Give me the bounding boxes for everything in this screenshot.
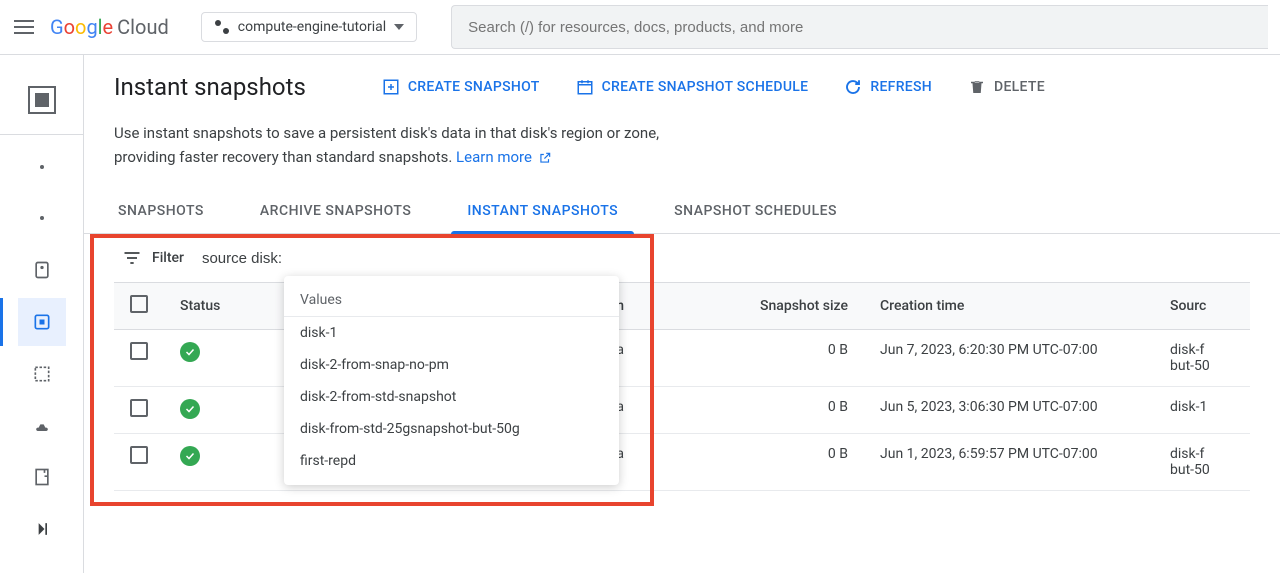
col-source[interactable]: Sourc: [1154, 283, 1250, 330]
external-link-icon: [538, 151, 552, 165]
caret-down-icon: [394, 24, 404, 30]
refresh-button[interactable]: REFRESH: [844, 78, 932, 96]
tab-snapshot-schedules[interactable]: SNAPSHOT SCHEDULES: [670, 189, 841, 233]
rail-item-5[interactable]: [18, 350, 66, 398]
filter-row: Filter: [114, 234, 1250, 282]
project-picker[interactable]: compute-engine-tutorial: [201, 12, 417, 42]
create-snapshot-button[interactable]: CREATE SNAPSHOT: [382, 78, 540, 96]
delete-button[interactable]: DELETE: [968, 78, 1045, 96]
rail-item-7[interactable]: [18, 453, 66, 501]
cell-created: Jun 1, 2023, 6:59:57 PM UTC-07:00: [864, 434, 1154, 491]
search-input[interactable]: [468, 19, 1252, 36]
page-title: Instant snapshots: [114, 73, 306, 101]
cell-size: 0 B: [644, 387, 864, 434]
tabs: SNAPSHOTS ARCHIVE SNAPSHOTS INSTANT SNAP…: [84, 189, 1280, 234]
row-checkbox[interactable]: [130, 342, 148, 360]
dropdown-header: Values: [284, 284, 619, 317]
cell-size: 0 B: [644, 434, 864, 491]
dropdown-item[interactable]: first-repd: [284, 445, 619, 477]
dropdown-item[interactable]: disk-1: [284, 317, 619, 349]
status-ok-icon: [180, 399, 200, 419]
col-created[interactable]: Creation time: [864, 283, 1154, 330]
row-checkbox[interactable]: [130, 399, 148, 417]
refresh-icon: [844, 78, 862, 96]
main-content: Instant snapshots CREATE SNAPSHOT CREATE…: [84, 55, 1280, 573]
tab-archive-snapshots[interactable]: ARCHIVE SNAPSHOTS: [256, 189, 415, 233]
cell-created: Jun 5, 2023, 3:06:30 PM UTC-07:00: [864, 387, 1154, 434]
compute-engine-icon: [28, 86, 56, 114]
select-all-checkbox[interactable]: [130, 295, 148, 313]
filter-label: Filter: [152, 250, 184, 266]
expand-rail-icon[interactable]: [18, 505, 66, 553]
col-size[interactable]: Snapshot size: [644, 283, 864, 330]
status-ok-icon: [180, 446, 200, 466]
project-icon: [214, 19, 230, 35]
google-cloud-logo[interactable]: GoogleCloud: [50, 15, 169, 39]
learn-more-link[interactable]: Learn more: [456, 148, 552, 166]
calendar-icon: [576, 78, 594, 96]
rail-product-icon[interactable]: [0, 67, 83, 135]
add-box-icon: [382, 78, 400, 96]
cell-source: disk-fbut-50: [1154, 434, 1250, 491]
action-bar: Instant snapshots CREATE SNAPSHOT CREATE…: [84, 55, 1280, 111]
cell-created: Jun 7, 2023, 6:20:30 PM UTC-07:00: [864, 330, 1154, 387]
rail-item-2[interactable]: [18, 194, 66, 242]
tab-snapshots[interactable]: SNAPSHOTS: [114, 189, 208, 233]
left-rail: [0, 55, 84, 573]
cell-source: disk-fbut-50: [1154, 330, 1250, 387]
dropdown-item[interactable]: disk-2-from-std-snapshot: [284, 381, 619, 413]
rail-item-6[interactable]: [18, 402, 66, 450]
status-ok-icon: [180, 342, 200, 362]
project-name: compute-engine-tutorial: [238, 19, 386, 35]
filter-values-dropdown: Values disk-1 disk-2-from-snap-no-pm dis…: [284, 276, 619, 485]
page-description: Use instant snapshots to save a persiste…: [84, 111, 844, 189]
search-bar[interactable]: [451, 5, 1268, 49]
tab-instant-snapshots[interactable]: INSTANT SNAPSHOTS: [463, 189, 622, 233]
content-area: Filter Values disk-1 disk-2-from-snap-no…: [84, 234, 1280, 491]
filter-icon: [122, 248, 142, 268]
top-header: GoogleCloud compute-engine-tutorial: [0, 0, 1280, 55]
rail-item-snapshots[interactable]: [18, 298, 66, 346]
col-status[interactable]: Status: [164, 283, 284, 330]
row-checkbox[interactable]: [130, 446, 148, 464]
trash-icon: [968, 78, 986, 96]
cell-source: disk-1: [1154, 387, 1250, 434]
hamburger-menu-icon[interactable]: [12, 15, 36, 39]
cell-size: 0 B: [644, 330, 864, 387]
filter-input[interactable]: [202, 250, 1242, 267]
dropdown-item[interactable]: disk-from-std-25gsnapshot-but-50g: [284, 413, 619, 445]
rail-item-1[interactable]: [18, 143, 66, 191]
create-schedule-button[interactable]: CREATE SNAPSHOT SCHEDULE: [576, 78, 809, 96]
rail-item-3[interactable]: [18, 246, 66, 294]
dropdown-item[interactable]: disk-2-from-snap-no-pm: [284, 349, 619, 381]
